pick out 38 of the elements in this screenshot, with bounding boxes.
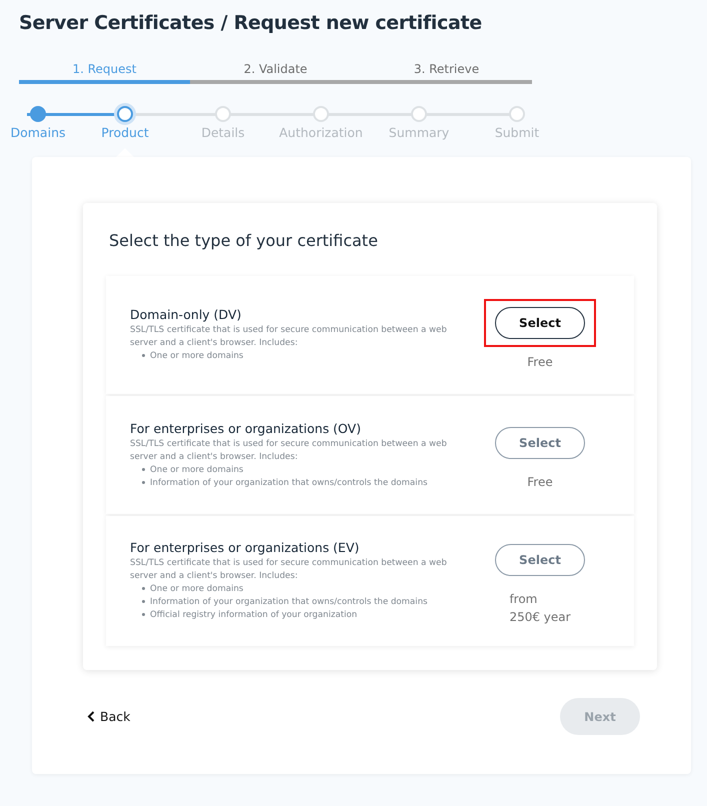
step-label[interactable]: Summary [388, 125, 450, 140]
phase-tab[interactable]: 2. Validate [190, 62, 361, 84]
bullet-icon [142, 468, 145, 470]
price: Free [527, 354, 553, 371]
section-heading: Select the type of your certificate [109, 231, 379, 250]
price: 250€ year [509, 609, 571, 626]
bullet-icon [142, 587, 145, 590]
phase-tab[interactable]: 3. Retrieve [361, 62, 532, 84]
bullet-icon [142, 613, 145, 616]
step-label[interactable]: Product [101, 125, 149, 140]
bullet-icon [142, 354, 145, 357]
select-button[interactable]: Select [495, 427, 585, 459]
feature-item: One or more domains [150, 350, 244, 363]
step-label[interactable]: Authorization [279, 125, 363, 140]
option-description: SSL/TLS certificate that is used for secure communication between a web server and a client's browser. Includes: [130, 438, 448, 464]
option-description: SSL/TLS certificate that is used for secure communication between a web server and a client's browser. Includes: [130, 324, 448, 350]
option-name: For enterprises or organizations (EV) [130, 540, 360, 555]
price: from [509, 591, 538, 608]
feature-item: Information of your organization that owns/controls the domains [150, 596, 428, 609]
bullet-icon [142, 480, 145, 484]
select-button[interactable]: Select [495, 307, 585, 339]
price: Free [527, 474, 553, 491]
feature-item: Official registry information of your organization [150, 609, 358, 622]
back-button[interactable]: Back [87, 709, 130, 724]
option-description: SSL/TLS certificate that is used for secure communication between a web server and a client's browser. Includes: [130, 557, 448, 583]
option-name: Domain-only (DV) [130, 307, 242, 322]
option-name: For enterprises or organizations (OV) [130, 420, 362, 436]
step-label[interactable]: Details [201, 125, 245, 140]
step-label[interactable]: Domains [10, 125, 66, 140]
phase-tab[interactable]: 1. Request [19, 62, 190, 84]
feature-item: One or more domains [150, 583, 244, 596]
page-title: Server Certificates / Request new certificate [19, 12, 483, 34]
feature-item: Information of your organization that owns/controls the domains [150, 476, 428, 490]
select-button[interactable]: Select [495, 544, 585, 576]
step-label[interactable]: Submit [494, 125, 540, 140]
bullet-icon [142, 600, 145, 603]
chevron-left-icon [87, 711, 95, 722]
feature-item: One or more domains [150, 464, 244, 476]
